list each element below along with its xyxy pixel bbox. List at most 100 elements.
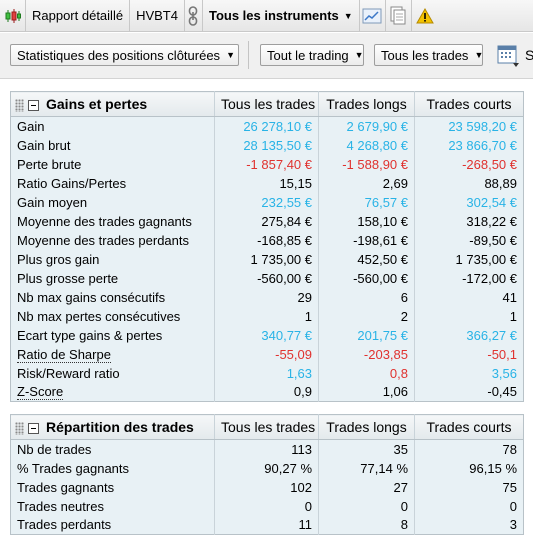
row-label: Risk/Reward ratio — [10, 363, 215, 383]
table-row: Nb max pertes consécutives 1 2 1 — [10, 306, 524, 326]
candlestick-chart-icon[interactable] — [0, 0, 26, 32]
cell-all: 26 278,10 € — [214, 116, 319, 136]
warning-icon[interactable] — [412, 0, 438, 32]
statistics-panel: Gains et pertes Tous les trades Trades l… — [0, 80, 533, 541]
link-icon[interactable] — [185, 0, 203, 32]
table-header-row: Gains et pertes Tous les trades Trades l… — [10, 91, 524, 117]
row-label: % Trades gagnants — [10, 458, 215, 478]
cell-long: 2 679,90 € — [318, 116, 415, 136]
row-label-text: Moyenne des trades gagnants — [17, 213, 192, 229]
cell-long: 77,14 % — [318, 458, 415, 478]
cell-long: 6 — [318, 287, 415, 307]
table-row: Nb max gains consécutifs 29 6 41 — [10, 287, 524, 307]
cell-all: 29 — [214, 287, 319, 307]
chevron-down-icon: ▼ — [226, 50, 235, 60]
row-label-text[interactable]: Ratio de Sharpe — [17, 346, 111, 363]
column-header-short[interactable]: Trades courts — [414, 91, 524, 117]
cell-short: 302,54 € — [414, 192, 524, 212]
row-label: Ratio de Sharpe — [10, 344, 215, 364]
chart-icon[interactable] — [360, 0, 386, 32]
table-row: Z-Score 0,9 1,06 -0,45 — [10, 382, 524, 402]
cell-all: 11 — [214, 515, 319, 535]
table-row: Nb de trades 113 35 78 — [10, 439, 524, 459]
cell-short: 3 — [414, 515, 524, 535]
row-label-text: Plus gros gain — [17, 251, 100, 267]
toolbar-divider — [248, 41, 249, 69]
cell-short: 75 — [414, 477, 524, 497]
filter-toolbar: Statistiques des positions clôturées ▼ T… — [0, 33, 533, 79]
cell-short: 41 — [414, 287, 524, 307]
section-title: Gains et pertes — [46, 96, 148, 112]
cell-all: -560,00 € — [214, 268, 319, 288]
tab-rapport-detaille[interactable]: Rapport détaillé — [26, 0, 131, 32]
row-label: Gain brut — [10, 135, 215, 155]
cell-short: 318,22 € — [414, 211, 524, 231]
column-header-all[interactable]: Tous les trades — [214, 91, 319, 117]
row-label-text: Nb max pertes consécutives — [17, 308, 181, 324]
column-header-long[interactable]: Trades longs — [318, 91, 415, 117]
trading-filter-dropdown[interactable]: Tout le trading ▼ — [260, 44, 364, 66]
row-label: Ecart type gains & pertes — [10, 325, 215, 345]
table-row: Gain moyen 232,55 €76,57 €302,54 € — [10, 192, 524, 212]
calendar-icon[interactable] — [496, 43, 522, 69]
section-title: Répartition des trades — [46, 419, 194, 435]
cell-all: 0 — [214, 496, 319, 516]
row-label-text[interactable]: Z-Score — [17, 384, 64, 401]
table-row: Ratio de Sharpe -55,09 -203,85 -50,1 — [10, 344, 524, 364]
table-row: % Trades gagnants 90,27 % 77,14 % 96,15 % — [10, 458, 524, 478]
drag-handle-icon[interactable] — [15, 98, 24, 112]
instruments-label: Tous les instruments — [208, 8, 339, 23]
drag-handle-icon[interactable] — [15, 421, 24, 435]
row-label: Trades gagnants — [10, 477, 215, 497]
cell-long: 76,57 € — [318, 192, 415, 212]
column-header-short[interactable]: Trades courts — [414, 414, 524, 440]
collapse-icon[interactable] — [28, 99, 39, 111]
table-row: Trades gagnants 102 27 75 — [10, 477, 524, 497]
instruments-dropdown[interactable]: Tous les instruments ▼ — [203, 0, 360, 32]
row-label: Nb max pertes consécutives — [10, 306, 215, 326]
gains-pertes-table: Gains et pertes Tous les trades Trades l… — [10, 91, 524, 402]
documents-icon[interactable] — [386, 0, 412, 32]
row-label-text: Gain moyen — [17, 194, 88, 210]
account-label[interactable]: HVBT4 — [130, 0, 185, 32]
cell-all: 1,63 — [214, 363, 319, 383]
cell-short: 23 866,70 € — [414, 135, 524, 155]
cell-short: -50,1 — [414, 344, 524, 364]
cell-all: -55,09 — [214, 344, 319, 364]
row-label: Plus gros gain — [10, 249, 215, 269]
trades-filter-dropdown[interactable]: Tous les trades ▼ — [374, 44, 483, 66]
chevron-down-icon: ▼ — [354, 50, 364, 60]
row-label: Trades perdants — [10, 515, 215, 535]
cell-long: 4 268,80 € — [318, 135, 415, 155]
table-row: Plus grosse perte -560,00 € -560,00 € -172,… — [10, 268, 524, 288]
stats-type-dropdown[interactable]: Statistiques des positions clôturées ▼ — [10, 44, 239, 66]
chevron-down-icon: ▼ — [474, 50, 484, 60]
trades-filter-label: Tous les trades — [381, 47, 469, 63]
stats-type-label: Statistiques des positions clôturées — [17, 47, 221, 63]
cell-short: -0,45 — [414, 382, 524, 402]
section-header: Gains et pertes — [10, 91, 215, 117]
column-header-long[interactable]: Trades longs — [318, 414, 415, 440]
column-header-all[interactable]: Tous les trades — [214, 414, 319, 440]
row-label: Gain — [10, 116, 215, 136]
row-label-text: Trades perdants — [17, 517, 112, 533]
cell-long: 158,10 € — [318, 211, 415, 231]
row-label-text: Trades gagnants — [17, 479, 115, 495]
collapse-icon[interactable] — [28, 422, 39, 434]
cell-short: -172,00 € — [414, 268, 524, 288]
table-row: Gain 26 278,10 €2 679,90 €23 598,20 € — [10, 116, 524, 136]
cell-long: 27 — [318, 477, 415, 497]
row-label-text: Perte brute — [17, 156, 82, 172]
trading-filter-label: Tout le trading — [267, 47, 349, 63]
cell-long: -560,00 € — [318, 268, 415, 288]
cell-all: -1 857,40 € — [214, 154, 319, 174]
table-row: Perte brute -1 857,40 € -1 588,90 € -268,50… — [10, 154, 524, 174]
cell-short: 0 — [414, 496, 524, 516]
row-label-text: Gain brut — [17, 137, 71, 153]
cell-long: -203,85 — [318, 344, 415, 364]
cell-all: 28 135,50 € — [214, 135, 319, 155]
row-label: Trades neutres — [10, 496, 215, 516]
cell-all: 102 — [214, 477, 319, 497]
cell-short: 3,56 — [414, 363, 524, 383]
cell-long: 452,50 € — [318, 249, 415, 269]
